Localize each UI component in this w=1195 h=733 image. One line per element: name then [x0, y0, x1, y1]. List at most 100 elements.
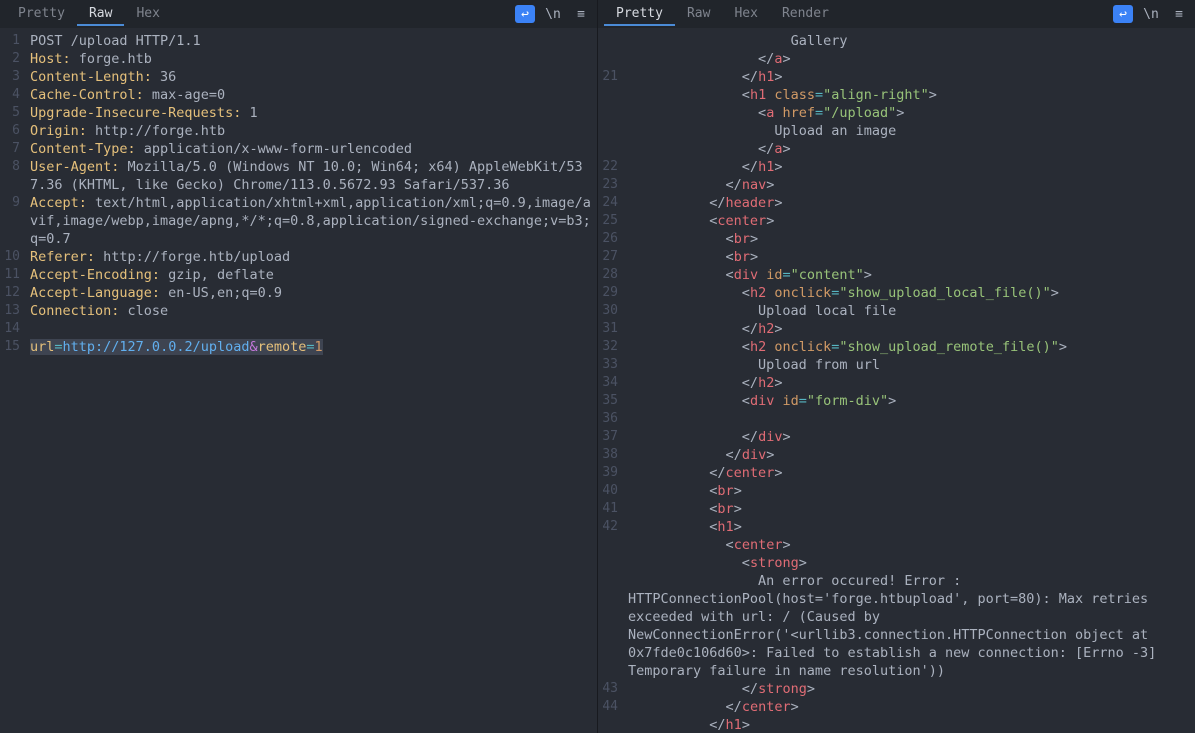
request-body[interactable]: url=http://127.0.0.2/upload&remote=1: [30, 338, 597, 356]
code-line: <br>: [628, 482, 1195, 500]
line-number: 9: [0, 194, 20, 248]
newline-icon[interactable]: \n: [543, 5, 563, 23]
header-line: Referer: http://forge.htb/upload: [30, 248, 597, 266]
line-number: 4: [0, 86, 20, 104]
code-line: Upload an image: [628, 122, 1195, 140]
header-line: Host: forge.htb: [30, 50, 597, 68]
request-line: POST /upload HTTP/1.1: [30, 32, 597, 50]
header-line: Content-Length: 36: [30, 68, 597, 86]
response-code[interactable]: 2122232425262728293031323334353637383940…: [598, 28, 1195, 733]
line-number: 31: [598, 320, 618, 338]
line-number: 21: [598, 68, 618, 86]
code-line: <br>: [628, 248, 1195, 266]
line-number: 23: [598, 176, 618, 194]
code-line: Gallery: [628, 32, 1195, 50]
header-line: Accept: text/html,application/xhtml+xml,…: [30, 194, 597, 248]
line-number: [598, 554, 618, 572]
line-number: 30: [598, 302, 618, 320]
wrap-icon[interactable]: ↩: [515, 5, 535, 23]
code-line: <div id="form-div">: [628, 392, 1195, 410]
line-number: 26: [598, 230, 618, 248]
line-number: 32: [598, 338, 618, 356]
line-number: 33: [598, 356, 618, 374]
blank-line: [30, 320, 597, 338]
newline-icon[interactable]: \n: [1141, 5, 1161, 23]
code-line: <div id="content">: [628, 266, 1195, 284]
code-line: Upload local file: [628, 302, 1195, 320]
response-lines[interactable]: Gallery </a> </h1> <h1 class="align-righ…: [624, 32, 1195, 733]
line-number: 37: [598, 428, 618, 446]
tab-raw[interactable]: Raw: [77, 2, 124, 26]
code-line: Upload from url: [628, 356, 1195, 374]
line-number: 10: [0, 248, 20, 266]
line-number: 28: [598, 266, 618, 284]
line-number: 2: [0, 50, 20, 68]
code-line: <center>: [628, 212, 1195, 230]
response-pane: PrettyRawHexRender ↩ \n ≡ 21222324252627…: [598, 0, 1195, 733]
header-line: Connection: close: [30, 302, 597, 320]
code-line: </div>: [628, 428, 1195, 446]
code-line: </nav>: [628, 176, 1195, 194]
line-number: 40: [598, 482, 618, 500]
request-code[interactable]: 123456789101112131415 POST /upload HTTP/…: [0, 28, 597, 733]
line-number: 39: [598, 464, 618, 482]
response-gutter: 2122232425262728293031323334353637383940…: [598, 32, 624, 733]
line-number: [598, 716, 618, 733]
tab-hex[interactable]: Hex: [722, 2, 769, 26]
line-number: 15: [0, 338, 20, 356]
code-line: </center>: [628, 464, 1195, 482]
header-line: Accept-Language: en-US,en;q=0.9: [30, 284, 597, 302]
request-pane: PrettyRawHex ↩ \n ≡ 12345678910111213141…: [0, 0, 598, 733]
code-line: </div>: [628, 446, 1195, 464]
request-lines[interactable]: POST /upload HTTP/1.1Host: forge.htbCont…: [26, 32, 597, 733]
code-line: <h1 class="align-right">: [628, 86, 1195, 104]
line-number: 8: [0, 158, 20, 194]
code-line: <strong>: [628, 554, 1195, 572]
code-line: <br>: [628, 230, 1195, 248]
tab-raw[interactable]: Raw: [675, 2, 722, 26]
code-line: <h1>: [628, 518, 1195, 536]
line-number: [598, 122, 618, 140]
line-number: 35: [598, 392, 618, 410]
code-line: </h2>: [628, 374, 1195, 392]
code-line: </h2>: [628, 320, 1195, 338]
line-number: 24: [598, 194, 618, 212]
tab-pretty[interactable]: Pretty: [604, 2, 675, 26]
tab-render[interactable]: Render: [770, 2, 841, 26]
header-line: Cache-Control: max-age=0: [30, 86, 597, 104]
menu-icon[interactable]: ≡: [1169, 5, 1189, 23]
line-number: 1: [0, 32, 20, 50]
code-line: <h2 onclick="show_upload_local_file()">: [628, 284, 1195, 302]
tab-hex[interactable]: Hex: [124, 2, 171, 26]
code-line: </h1>: [628, 158, 1195, 176]
line-number: 43: [598, 680, 618, 698]
line-number: 27: [598, 248, 618, 266]
menu-icon[interactable]: ≡: [571, 5, 591, 23]
line-number: 7: [0, 140, 20, 158]
line-number: 6: [0, 122, 20, 140]
code-line: </h1>: [628, 716, 1195, 733]
code-line: </h1>: [628, 68, 1195, 86]
line-number: 25: [598, 212, 618, 230]
line-number: 41: [598, 500, 618, 518]
line-number: [598, 536, 618, 554]
line-number: 5: [0, 104, 20, 122]
header-line: Content-Type: application/x-www-form-url…: [30, 140, 597, 158]
response-tabbar: PrettyRawHexRender ↩ \n ≡: [598, 0, 1195, 28]
header-line: User-Agent: Mozilla/5.0 (Windows NT 10.0…: [30, 158, 597, 194]
code-line: <h2 onclick="show_upload_remote_file()">: [628, 338, 1195, 356]
line-number: 11: [0, 266, 20, 284]
code-line: <br>: [628, 500, 1195, 518]
line-number: 36: [598, 410, 618, 428]
line-number: 44: [598, 698, 618, 716]
wrap-icon[interactable]: ↩: [1113, 5, 1133, 23]
code-line: An error occured! Error : HTTPConnection…: [628, 572, 1195, 680]
code-line: </center>: [628, 698, 1195, 716]
line-number: 3: [0, 68, 20, 86]
line-number: 12: [0, 284, 20, 302]
code-line: <center>: [628, 536, 1195, 554]
tab-pretty[interactable]: Pretty: [6, 2, 77, 26]
code-line: </a>: [628, 140, 1195, 158]
line-number: 14: [0, 320, 20, 338]
line-number: [598, 32, 618, 50]
